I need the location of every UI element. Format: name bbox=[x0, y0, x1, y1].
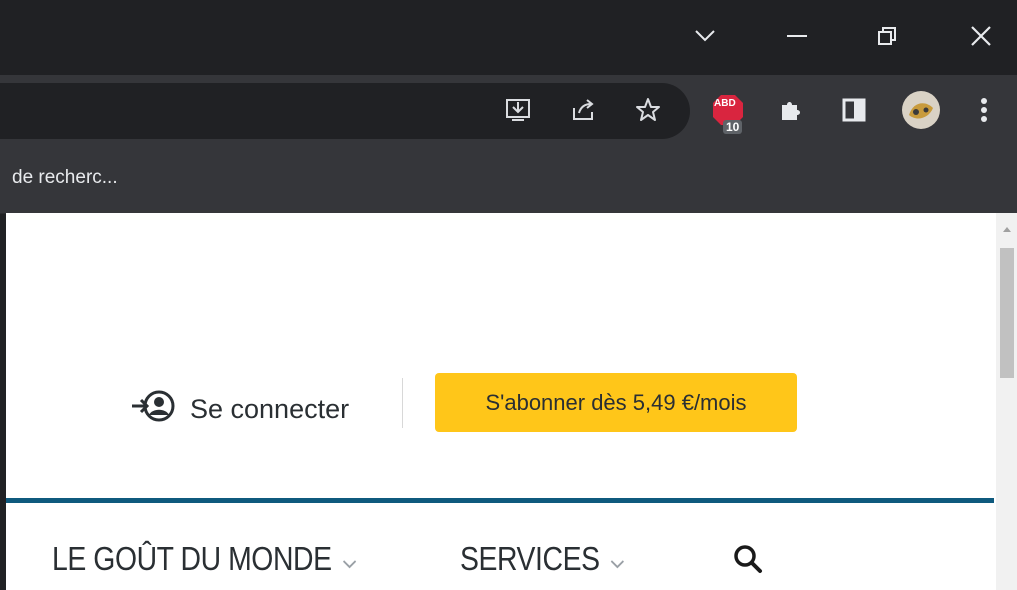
extension-badge-label: ABD bbox=[714, 98, 736, 109]
login-user-icon bbox=[130, 386, 176, 433]
browser-toolbar: ABD 10 bbox=[0, 75, 1017, 145]
scrollbar-thumb[interactable] bbox=[1000, 248, 1014, 378]
nav-label: SERVICES bbox=[460, 540, 600, 577]
extensions-puzzle-icon[interactable] bbox=[773, 92, 809, 128]
subscribe-button[interactable]: S'abonner dès 5,49 €/mois bbox=[435, 373, 797, 432]
chevron-down-icon bbox=[610, 540, 625, 578]
share-icon[interactable] bbox=[565, 92, 601, 128]
install-app-icon[interactable] bbox=[500, 92, 536, 128]
nav-item-services[interactable]: SERVICES bbox=[460, 540, 625, 578]
header-divider bbox=[402, 378, 403, 428]
nav-label: LE GOÛT DU MONDE bbox=[52, 540, 332, 577]
nav-item-gout-du-monde[interactable]: LE GOÛT DU MONDE bbox=[52, 540, 357, 578]
restore-icon[interactable] bbox=[864, 14, 910, 58]
tab-search-chevron-icon[interactable] bbox=[682, 14, 728, 58]
header-rule bbox=[6, 498, 994, 503]
scroll-up-arrow-icon[interactable] bbox=[1000, 220, 1014, 240]
chevron-down-icon bbox=[342, 540, 357, 578]
close-icon[interactable] bbox=[958, 14, 1004, 58]
bookmark-star-icon[interactable] bbox=[630, 92, 666, 128]
login-link[interactable]: Se connecter bbox=[130, 386, 349, 433]
side-panel-icon[interactable] bbox=[836, 92, 872, 128]
minimize-icon[interactable] bbox=[774, 14, 820, 58]
bookmarks-bar: de recherc... bbox=[0, 145, 1017, 214]
extension-badge-count: 10 bbox=[723, 120, 743, 134]
login-label: Se connecter bbox=[190, 394, 350, 424]
search-icon[interactable] bbox=[730, 540, 766, 578]
bookmark-item[interactable]: de recherc... bbox=[12, 167, 118, 189]
profile-avatar[interactable] bbox=[900, 89, 942, 131]
more-menu-icon[interactable] bbox=[966, 92, 1002, 128]
title-bar bbox=[0, 0, 1017, 75]
